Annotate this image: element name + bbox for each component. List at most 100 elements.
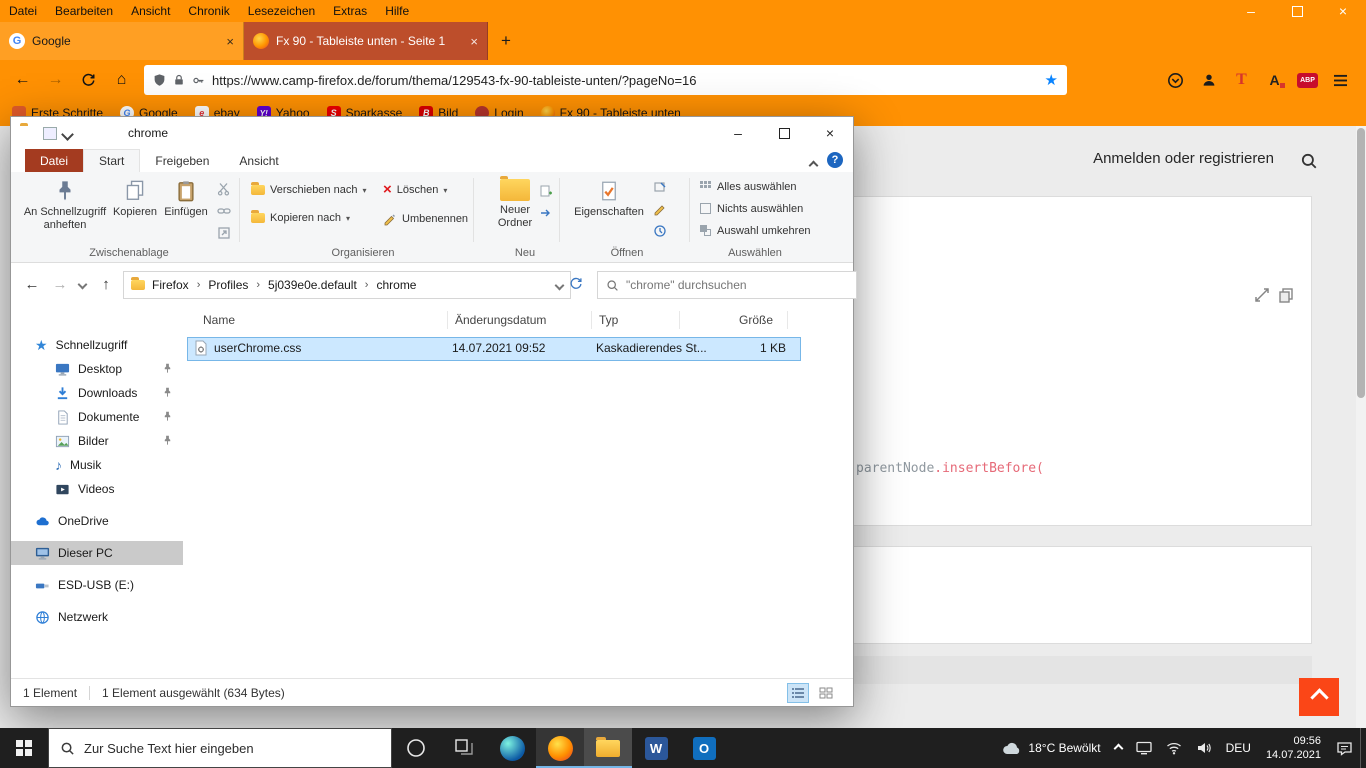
home-button[interactable]: ⌂ xyxy=(107,66,136,95)
sidebar-item-dieser-pc[interactable]: Dieser PC xyxy=(11,541,183,565)
help-button[interactable]: ? xyxy=(827,152,843,168)
extension-t-button[interactable]: T xyxy=(1228,67,1255,94)
new-folder-button[interactable]: Neuer Ordner xyxy=(487,176,543,230)
column-type[interactable]: Typ xyxy=(599,313,618,327)
sidebar-item-videos[interactable]: Videos xyxy=(11,477,183,501)
ribbon-tab-datei[interactable]: Datei xyxy=(25,149,84,172)
page-search-button[interactable] xyxy=(1300,152,1318,170)
menu-extras[interactable]: Extras xyxy=(324,0,376,22)
qat-customize-icon[interactable] xyxy=(61,128,74,141)
cut-button[interactable] xyxy=(215,180,233,198)
scroll-to-top-button[interactable] xyxy=(1299,678,1339,716)
file-row-userchrome[interactable]: userChrome.css 14.07.2021 09:52 Kaskadie… xyxy=(187,337,801,361)
column-divider[interactable] xyxy=(679,311,680,329)
pin-quick-access-button[interactable]: An Schnellzugriff anheften xyxy=(21,179,109,232)
new-item-button[interactable] xyxy=(537,182,555,200)
column-divider[interactable] xyxy=(591,311,592,329)
permissions-icon[interactable] xyxy=(192,74,205,87)
action-center-button[interactable] xyxy=(1329,728,1360,768)
url-bar[interactable]: https://www.camp-firefox.de/forum/thema/… xyxy=(144,65,1067,95)
copy-path-button[interactable] xyxy=(215,202,233,220)
paste-shortcut-button[interactable] xyxy=(215,224,233,242)
account-button[interactable] xyxy=(1195,67,1222,94)
paste-button[interactable]: Einfügen xyxy=(161,179,211,219)
menu-chronik[interactable]: Chronik xyxy=(179,0,238,22)
login-register-link[interactable]: Anmelden oder registrieren xyxy=(1093,150,1274,167)
forward-button[interactable]: → xyxy=(41,66,70,95)
select-all-button[interactable]: Alles auswählen xyxy=(699,180,797,193)
breadcrumb-firefox[interactable]: Firefox xyxy=(149,278,192,292)
sidebar-item-schnellzugriff[interactable]: ★ Schnellzugriff xyxy=(11,333,183,357)
code-expand-button[interactable] xyxy=(1254,287,1270,303)
breadcrumb-profile-folder[interactable]: 5j039e0e.default xyxy=(265,278,360,292)
breadcrumb[interactable]: Firefox › Profiles › 5j039e0e.default › … xyxy=(123,271,571,299)
breadcrumb-profiles[interactable]: Profiles xyxy=(205,278,251,292)
details-view-button[interactable] xyxy=(787,682,809,703)
tab-camp-firefox[interactable]: Fx 90 - Tableiste unten - Seite 1 × xyxy=(244,22,488,60)
column-divider[interactable] xyxy=(787,311,788,329)
taskbar-edge[interactable] xyxy=(488,728,536,768)
explorer-titlebar[interactable]: chrome – × xyxy=(11,117,853,149)
copy-button[interactable]: Kopieren xyxy=(111,179,159,219)
language-indicator[interactable]: DEU xyxy=(1219,728,1258,768)
sidebar-item-onedrive[interactable]: OneDrive xyxy=(11,509,183,533)
sidebar-item-musik[interactable]: ♪ Musik xyxy=(11,453,183,477)
menu-bearbeiten[interactable]: Bearbeiten xyxy=(46,0,122,22)
explorer-search-input[interactable]: "chrome" durchsuchen xyxy=(597,271,857,299)
volume-tray-button[interactable] xyxy=(1189,728,1219,768)
sidebar-item-bilder[interactable]: Bilder xyxy=(11,429,183,453)
maximize-button[interactable] xyxy=(1274,0,1320,22)
close-button[interactable]: × xyxy=(807,117,853,149)
sidebar-item-esd-usb[interactable]: ESD-USB (E:) xyxy=(11,573,183,597)
page-scrollbar[interactable] xyxy=(1356,126,1366,728)
menu-datei[interactable]: Datei xyxy=(0,0,46,22)
cortana-button[interactable] xyxy=(392,728,440,768)
reload-button[interactable] xyxy=(74,66,103,95)
back-button[interactable]: ← xyxy=(8,66,37,95)
new-tab-button[interactable]: + xyxy=(488,22,524,60)
taskbar-outlook[interactable]: O xyxy=(680,728,728,768)
sidebar-item-netzwerk[interactable]: Netzwerk xyxy=(11,605,183,629)
edit-button[interactable] xyxy=(651,200,669,218)
pocket-button[interactable] xyxy=(1162,67,1189,94)
history-button[interactable] xyxy=(651,222,669,240)
column-modified[interactable]: Änderungsdatum xyxy=(455,313,546,327)
delete-button[interactable]: × Löschen ▾ xyxy=(383,182,447,197)
tab-google[interactable]: G Google × xyxy=(0,22,244,60)
app-menu-button[interactable] xyxy=(1327,67,1354,94)
select-none-button[interactable]: Nichts auswählen xyxy=(699,202,803,215)
display-tray-button[interactable] xyxy=(1129,728,1159,768)
column-name[interactable]: Name xyxy=(203,313,235,327)
invert-selection-button[interactable]: Auswahl umkehren xyxy=(699,224,811,237)
taskbar-firefox[interactable] xyxy=(536,728,584,768)
back-button[interactable]: ← xyxy=(19,271,45,297)
sidebar-item-desktop[interactable]: Desktop xyxy=(11,357,183,381)
easy-access-button[interactable] xyxy=(537,204,555,222)
up-button[interactable]: ↑ xyxy=(93,271,119,297)
code-copy-button[interactable] xyxy=(1278,287,1294,303)
bookmark-star-icon[interactable]: ★ xyxy=(1045,71,1058,89)
clock[interactable]: 09:56 14.07.2021 xyxy=(1258,734,1329,762)
menu-ansicht[interactable]: Ansicht xyxy=(122,0,179,22)
taskbar-word[interactable]: W xyxy=(632,728,680,768)
task-view-button[interactable] xyxy=(440,728,488,768)
refresh-button[interactable] xyxy=(563,271,589,297)
ribbon-collapse-button[interactable] xyxy=(808,158,819,172)
start-button[interactable] xyxy=(0,728,48,768)
adblock-button[interactable]: ABP xyxy=(1294,67,1321,94)
tab-close-icon[interactable]: × xyxy=(470,34,478,49)
sidebar-item-dokumente[interactable]: Dokumente xyxy=(11,405,183,429)
show-desktop-button[interactable] xyxy=(1360,728,1366,768)
breadcrumb-chrome[interactable]: chrome xyxy=(373,278,419,292)
taskbar-search-input[interactable]: Zur Suche Text hier eingeben xyxy=(48,728,392,768)
minimize-button[interactable]: – xyxy=(1228,0,1274,22)
properties-button[interactable]: Eigenschaften xyxy=(573,179,645,219)
ribbon-tab-ansicht[interactable]: Ansicht xyxy=(224,149,293,172)
ribbon-tab-start[interactable]: Start xyxy=(83,149,141,172)
close-button[interactable]: × xyxy=(1320,0,1366,22)
move-to-button[interactable]: Verschieben nach ▾ xyxy=(251,182,366,196)
thumbnail-view-button[interactable] xyxy=(815,683,837,703)
forward-button[interactable]: → xyxy=(47,271,73,297)
maximize-button[interactable] xyxy=(761,117,807,149)
ribbon-tab-freigeben[interactable]: Freigeben xyxy=(140,149,224,172)
